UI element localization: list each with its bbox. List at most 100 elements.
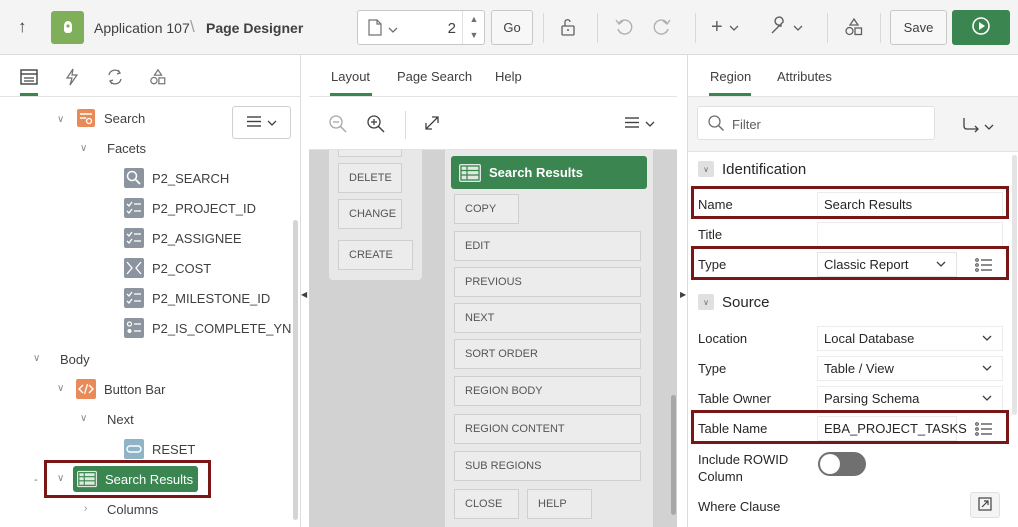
collapse-right-icon[interactable]: ▶ [680, 290, 686, 299]
app-icon[interactable] [51, 11, 84, 44]
tree-menu-button[interactable] [232, 106, 291, 139]
go-button[interactable]: Go [491, 10, 533, 45]
canvas-slot-next[interactable]: NEXT [454, 303, 641, 333]
toolbar-divider [597, 13, 598, 43]
tree-node-label: Next [107, 411, 134, 427]
chevron-down-icon[interactable]: ∨ [33, 353, 40, 364]
canvas-slot-sort-order[interactable]: SORT ORDER [454, 339, 641, 369]
title-field[interactable] [817, 222, 1003, 247]
tab-region[interactable]: Region [710, 69, 751, 84]
tree-node-facets[interactable]: Facets [107, 136, 146, 160]
static-content-region-icon [76, 379, 96, 399]
collapse-toggle-icon[interactable]: ∨ [698, 294, 714, 310]
code-editor-button[interactable] [970, 492, 1000, 518]
canvas-region-card: DELETE CHANGE CREATE [329, 150, 422, 280]
filter-bar [688, 97, 1018, 152]
chevron-down-icon[interactable]: ∨ [80, 413, 87, 424]
left-panel-scrollbar[interactable] [293, 220, 298, 520]
application-breadcrumb[interactable]: Application 107 [94, 20, 190, 36]
run-page-button[interactable] [952, 10, 1010, 45]
canvas-slot-change[interactable]: CHANGE [338, 199, 402, 229]
canvas-slot-previous[interactable]: PREVIOUS [454, 267, 641, 297]
tab-layout[interactable]: Layout [331, 69, 370, 84]
chevron-down-icon[interactable]: ∨ [80, 143, 87, 154]
redo-icon[interactable] [652, 16, 672, 38]
highlight-box [44, 460, 211, 498]
filter-field[interactable] [697, 106, 935, 140]
tab-page-search[interactable]: Page Search [397, 69, 472, 84]
shared-components-tab-icon[interactable] [148, 67, 168, 87]
chevron-down-icon[interactable]: ∨ [57, 383, 64, 394]
arrow-turn-icon [962, 117, 980, 136]
source-type-select[interactable]: Table / View [817, 356, 1003, 381]
create-menu-button[interactable]: + [711, 16, 739, 38]
canvas-slot-edit[interactable]: EDIT [454, 231, 641, 261]
canvas-slot-copy[interactable]: COPY [454, 194, 519, 224]
undo-icon[interactable] [614, 16, 634, 38]
filter-input[interactable] [732, 115, 922, 133]
page-number-stepper[interactable]: ▲ ▼ [462, 11, 485, 44]
canvas-slot-region-body[interactable]: REGION BODY [454, 376, 641, 406]
tree-node-columns[interactable]: Columns [107, 497, 158, 521]
save-button[interactable]: Save [890, 10, 947, 45]
tab-attributes[interactable]: Attributes [777, 69, 832, 84]
layout-menu-button[interactable] [625, 116, 655, 131]
utilities-menu-button[interactable] [769, 15, 803, 39]
collapse-toggle-icon[interactable]: ∨ [698, 161, 714, 177]
expand-icon[interactable] [423, 114, 441, 135]
chevron-down-icon [267, 115, 277, 130]
zoom-out-icon[interactable] [328, 114, 348, 137]
tree-node-button-bar[interactable]: Button Bar [76, 377, 165, 401]
canvas-slot-create[interactable]: CREATE [338, 240, 413, 270]
zoom-in-icon[interactable] [366, 114, 386, 137]
table-region-icon [459, 163, 481, 182]
tree-node-p2-search[interactable]: P2_SEARCH [124, 166, 229, 190]
dynamic-actions-tab-icon[interactable] [62, 67, 82, 87]
section-source[interactable]: ∨ Source [688, 286, 1010, 318]
page-selector[interactable]: 2 ▲ ▼ [357, 10, 485, 45]
canvas-slot-delete[interactable]: DELETE [338, 163, 402, 193]
tree-node-next[interactable]: Next [107, 407, 134, 431]
canvas-slot-region-content[interactable]: REGION CONTENT [454, 414, 641, 444]
wrench-icon [769, 15, 789, 39]
tree-node-p2-assignee[interactable]: P2_ASSIGNEE [124, 226, 242, 250]
section-identification[interactable]: ∨ Identification [688, 153, 1010, 185]
right-panel-scrollbar[interactable] [1012, 155, 1017, 415]
source-type-value: Table / View [824, 361, 894, 376]
canvas-scrollbar[interactable] [671, 395, 676, 515]
tree-node-p2-is-complete-yn[interactable]: P2_IS_COMPLETE_YN [124, 316, 291, 340]
collapse-left-icon[interactable]: ◀ [301, 290, 307, 299]
property-label: Type [698, 361, 727, 376]
canvas-slot-sub-regions[interactable]: SUB REGIONS [454, 451, 641, 481]
go-to-group-button[interactable] [962, 117, 994, 136]
include-rowid-toggle[interactable] [818, 452, 866, 476]
tab-help[interactable]: Help [495, 69, 522, 84]
processing-tab-icon[interactable] [105, 67, 125, 87]
chevron-down-icon[interactable] [388, 22, 398, 37]
chevron-down-icon[interactable]: ∨ [57, 114, 64, 125]
canvas-region-title: Search Results [489, 165, 583, 180]
location-select[interactable]: Local Database [817, 326, 1003, 351]
tree-node-body[interactable]: Body [60, 347, 90, 371]
property-include-rowid: Include ROWID Column [688, 448, 1010, 486]
table-owner-select[interactable]: Parsing Schema [817, 386, 1003, 411]
shared-components-icon[interactable] [844, 16, 864, 38]
up-arrow-icon[interactable]: ↑ [18, 17, 27, 37]
unlock-icon[interactable] [559, 16, 579, 38]
tree-node-search[interactable]: Search [76, 106, 145, 130]
layout-canvas[interactable]: DELETE CHANGE CREATE Search Results COPY… [309, 150, 677, 527]
tree-node-p2-project-id[interactable]: P2_PROJECT_ID [124, 196, 256, 220]
page-number-input[interactable]: 2 [408, 20, 456, 37]
rendering-tab-icon[interactable] [19, 67, 39, 87]
stepper-up-icon[interactable]: ▲ [463, 11, 485, 27]
chevron-right-icon[interactable]: › [84, 503, 87, 514]
stepper-down-icon[interactable]: ▼ [463, 27, 485, 43]
canvas-slot-close[interactable]: CLOSE [454, 489, 519, 519]
canvas-region-search-results[interactable]: Search Results [451, 156, 647, 189]
canvas-slot-help[interactable]: HELP [527, 489, 592, 519]
tree-node-p2-milestone-id[interactable]: P2_MILESTONE_ID [124, 286, 270, 310]
tree-node-reset[interactable]: RESET [124, 437, 195, 461]
layout-panel: Layout Page Search Help DELETE CHANGE CR… [309, 55, 677, 527]
property-editor-panel: Region Attributes ∨ Identification Name … [687, 55, 1018, 527]
tree-node-p2-cost[interactable]: P2_COST [124, 256, 211, 280]
